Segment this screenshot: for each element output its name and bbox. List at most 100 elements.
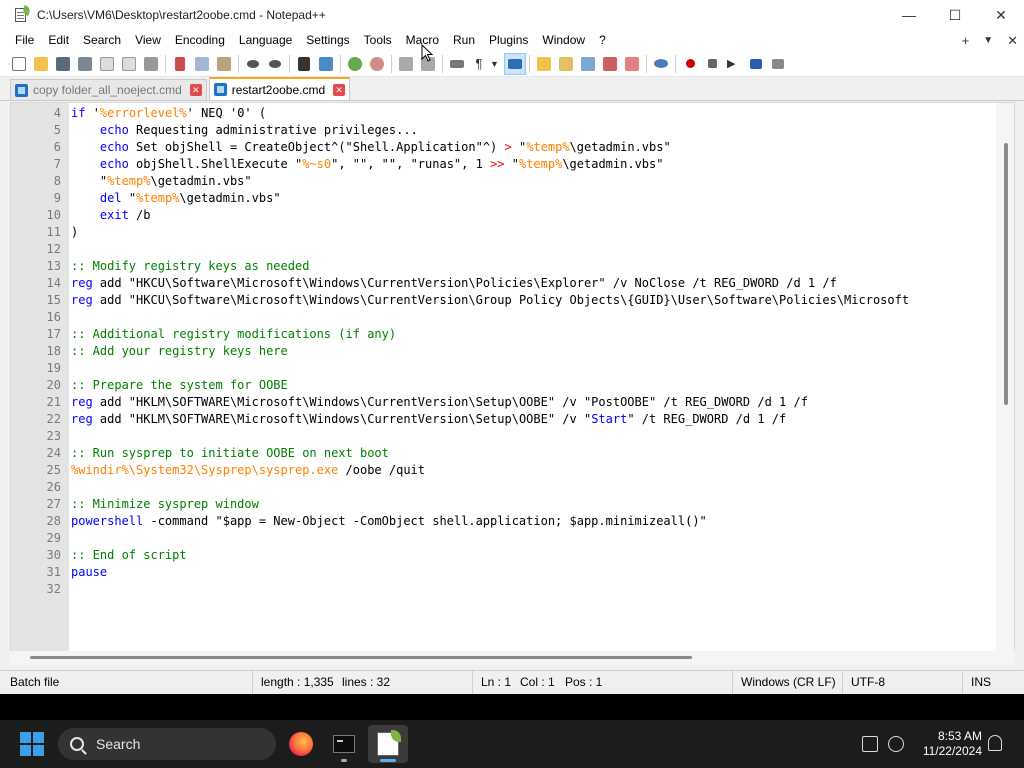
- show-symbol-dropdown-icon[interactable]: ▼: [490, 53, 504, 75]
- replace-icon[interactable]: [315, 53, 337, 75]
- menu-search[interactable]: Search: [76, 30, 128, 51]
- macro-play-icon[interactable]: ▶: [723, 53, 745, 75]
- tab-list-dropdown-icon[interactable]: ▼: [983, 35, 993, 46]
- document-map-icon[interactable]: [555, 53, 577, 75]
- taskbar-search-box[interactable]: Search: [58, 728, 276, 760]
- close-file-icon[interactable]: [96, 53, 118, 75]
- vertical-scrollbar[interactable]: [996, 103, 1014, 664]
- code-line[interactable]: 6 echo Set objShell = CreateObject^("She…: [54, 139, 996, 156]
- terminal-taskbar-button[interactable]: [324, 725, 364, 763]
- code-area[interactable]: 4 if '%errorlevel%' NEQ '0' (5 echo Reque…: [47, 105, 996, 598]
- new-tab-plus-icon[interactable]: +: [962, 33, 970, 48]
- code-line[interactable]: 23: [47, 428, 996, 445]
- tab-close-icon[interactable]: ✕: [189, 84, 202, 96]
- tab-close-icon[interactable]: ✕: [333, 83, 346, 96]
- code-line[interactable]: 30:: End of script: [47, 547, 996, 564]
- print-icon[interactable]: [140, 53, 162, 75]
- show-all-characters-icon[interactable]: ¶: [468, 53, 490, 75]
- code-line[interactable]: 21 reg add "HKLM\SOFTWARE\Microsoft\Windo…: [47, 394, 996, 411]
- status-eol-format[interactable]: Windows (CR LF): [732, 671, 842, 694]
- code-line[interactable]: 7 echo objShell.ShellExecute "%~s0", "",…: [54, 156, 996, 173]
- code-line[interactable]: 26: [47, 479, 996, 496]
- code-line[interactable]: 12: [47, 241, 996, 258]
- save-icon[interactable]: [52, 53, 74, 75]
- vertical-scroll-thumb[interactable]: [1004, 143, 1008, 405]
- close-document-icon[interactable]: ✕: [1007, 33, 1018, 49]
- status-encoding[interactable]: UTF-8: [842, 671, 962, 694]
- zoom-in-icon[interactable]: [344, 53, 366, 75]
- code-line[interactable]: 4 if '%errorlevel%' NEQ '0' (: [54, 105, 996, 122]
- code-line[interactable]: 11): [47, 224, 996, 241]
- menu-language[interactable]: Language: [232, 30, 299, 51]
- menu-edit[interactable]: Edit: [41, 30, 76, 51]
- zoom-out-icon[interactable]: [366, 53, 388, 75]
- code-line[interactable]: 8 "%temp%\getadmin.vbs": [54, 173, 996, 190]
- sync-vertical-icon[interactable]: [395, 53, 417, 75]
- code-line[interactable]: 14 reg add "HKCU\Software\Microsoft\Windo…: [47, 275, 996, 292]
- network-icon[interactable]: [862, 736, 878, 752]
- code-line[interactable]: 18:: Add your registry keys here: [47, 343, 996, 360]
- cut-icon[interactable]: [169, 53, 191, 75]
- horizontal-scroll-thumb[interactable]: [30, 656, 692, 659]
- menu-tools[interactable]: Tools: [357, 30, 399, 51]
- code-line[interactable]: 13:: Modify registry keys as needed: [47, 258, 996, 275]
- define-language-icon[interactable]: [533, 53, 555, 75]
- document-list-icon[interactable]: [577, 53, 599, 75]
- tab-copy-folder-all-noeject[interactable]: copy folder_all_noeject.cmd ✕: [10, 79, 207, 100]
- code-line[interactable]: 5 echo Requesting administrative privile…: [54, 122, 996, 139]
- find-icon[interactable]: [293, 53, 315, 75]
- code-line[interactable]: 10 exit /b: [47, 207, 996, 224]
- close-all-icon[interactable]: [118, 53, 140, 75]
- save-all-icon[interactable]: [74, 53, 96, 75]
- redo-icon[interactable]: [264, 53, 286, 75]
- code-line[interactable]: 15 reg add "HKCU\Software\Microsoft\Windo…: [47, 292, 996, 309]
- horizontal-scrollbar[interactable]: [10, 651, 1015, 665]
- menu-view[interactable]: View: [128, 30, 168, 51]
- notification-bell-icon[interactable]: [988, 735, 1002, 751]
- monitoring-eye-icon[interactable]: [650, 53, 672, 75]
- menu-settings[interactable]: Settings: [299, 30, 356, 51]
- code-line[interactable]: 19: [47, 360, 996, 377]
- menu-run[interactable]: Run: [446, 30, 482, 51]
- code-line[interactable]: 28 powershell -command "$app = New-Object…: [47, 513, 996, 530]
- tab-restart2oobe[interactable]: restart2oobe.cmd ✕: [208, 77, 351, 100]
- code-line[interactable]: 25 %windir%\System32\Sysprep\sysprep.exe …: [47, 462, 996, 479]
- code-line[interactable]: 17:: Additional registry modifications (…: [47, 326, 996, 343]
- windows-start-icon[interactable]: [20, 732, 44, 756]
- new-file-icon[interactable]: [8, 53, 30, 75]
- macro-stop-icon[interactable]: [701, 53, 723, 75]
- code-editor[interactable]: 4 if '%errorlevel%' NEQ '0' (5 echo Reque…: [10, 102, 1015, 665]
- menu-encoding[interactable]: Encoding: [168, 30, 232, 51]
- code-line[interactable]: 20:: Prepare the system for OOBE: [47, 377, 996, 394]
- code-line[interactable]: 9 del "%temp%\getadmin.vbs": [54, 190, 996, 207]
- firefox-taskbar-button[interactable]: [281, 725, 321, 763]
- menu-file[interactable]: File: [8, 30, 41, 51]
- minimize-button[interactable]: —: [886, 0, 932, 30]
- code-line[interactable]: 22 reg add "HKLM\SOFTWARE\Microsoft\Windo…: [47, 411, 996, 428]
- folder-as-workspace-icon[interactable]: [621, 53, 643, 75]
- code-line[interactable]: 24:: Run sysprep to initiate OOBE on nex…: [47, 445, 996, 462]
- volume-icon[interactable]: [888, 736, 904, 752]
- macro-record-icon[interactable]: [679, 53, 701, 75]
- title-bar[interactable]: C:\Users\VM6\Desktop\restart2oobe.cmd - …: [0, 0, 1024, 30]
- copy-icon[interactable]: [191, 53, 213, 75]
- menu-plugins[interactable]: Plugins: [482, 30, 535, 51]
- code-line[interactable]: 32: [47, 581, 996, 598]
- code-line[interactable]: 16: [47, 309, 996, 326]
- undo-icon[interactable]: [242, 53, 264, 75]
- notepadpp-taskbar-button[interactable]: [368, 725, 408, 763]
- macro-run-multiple-icon[interactable]: [745, 53, 767, 75]
- close-button[interactable]: ✕: [978, 0, 1024, 30]
- paste-icon[interactable]: [213, 53, 235, 75]
- word-wrap-icon[interactable]: [446, 53, 468, 75]
- function-list-icon[interactable]: [599, 53, 621, 75]
- maximize-button[interactable]: ☐: [932, 0, 978, 30]
- system-clock[interactable]: 8:53 AM 11/22/2024: [912, 729, 982, 759]
- menu-window[interactable]: Window: [535, 30, 592, 51]
- indent-guide-icon[interactable]: [504, 52, 526, 75]
- menu-help[interactable]: ?: [592, 30, 613, 51]
- code-line[interactable]: 31 pause: [47, 564, 996, 581]
- code-line[interactable]: 29: [47, 530, 996, 547]
- open-file-icon[interactable]: [30, 53, 52, 75]
- code-line[interactable]: 27:: Minimize sysprep window: [47, 496, 996, 513]
